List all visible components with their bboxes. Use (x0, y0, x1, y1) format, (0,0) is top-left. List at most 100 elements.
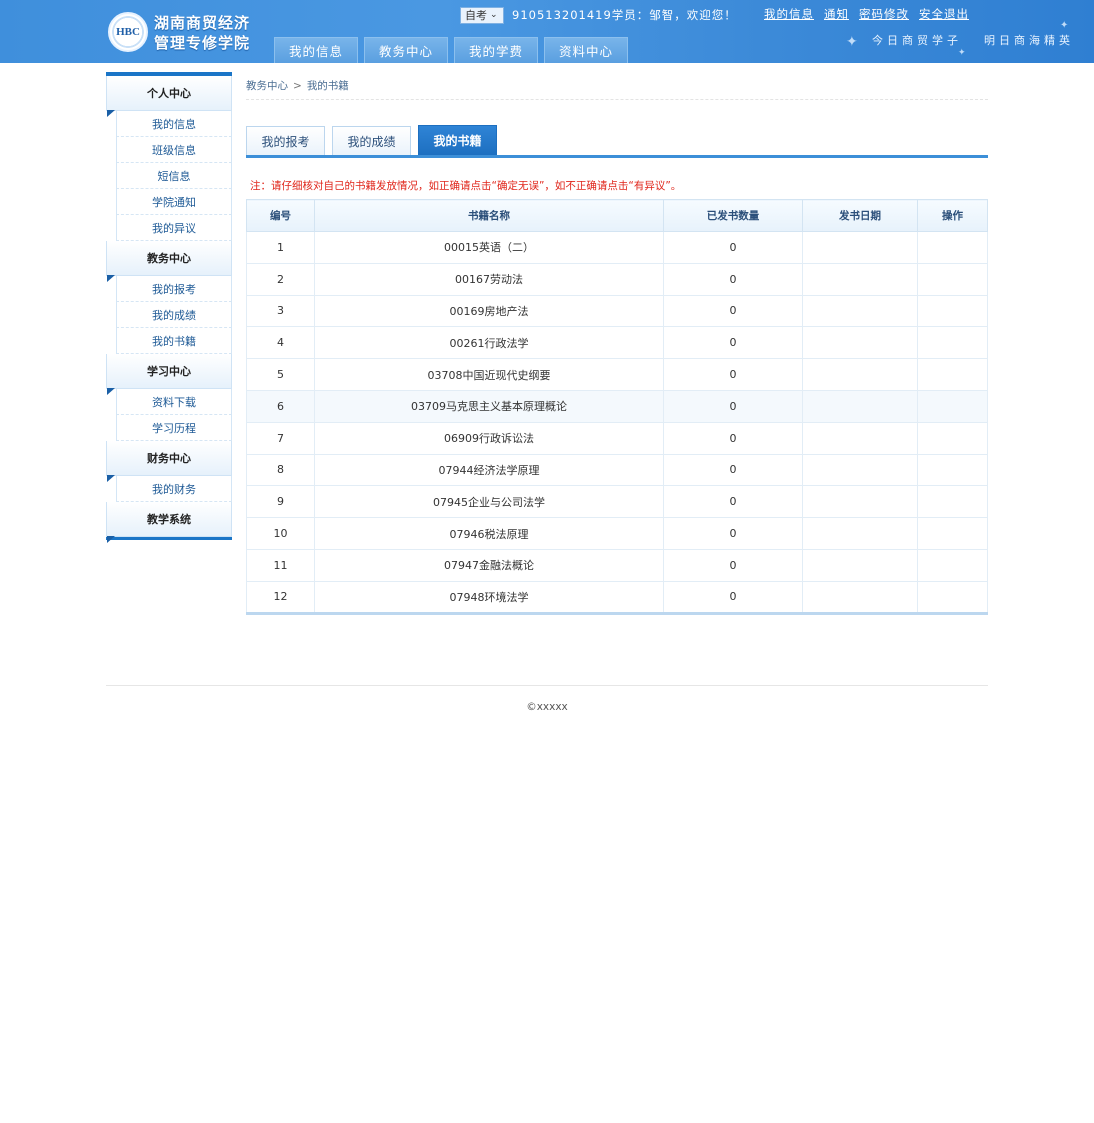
cell-actions[interactable] (917, 454, 988, 487)
sparkle-icon: ✦ (958, 48, 966, 58)
main-nav: 我的信息 教务中心 我的学费 资料中心 (274, 37, 628, 63)
cell-issued-qty: 0 (663, 549, 803, 582)
tab-my-books[interactable]: 我的书籍 (418, 125, 497, 155)
books-table: 编号 书籍名称 已发书数量 发书日期 操作 1 00015英语（二） 0 2 00167… (246, 199, 988, 615)
cell-actions[interactable] (917, 422, 988, 455)
cell-number: 9 (246, 485, 315, 519)
top-links: 我的信息 通知 密码修改 安全退出 (764, 6, 969, 22)
tab-my-scores[interactable]: 我的成绩 (332, 126, 411, 155)
table-row: 8 07944经济法学原理 0 (246, 454, 988, 487)
content-tabs: 我的报考 我的成绩 我的书籍 (246, 125, 988, 158)
table-row: 4 00261行政法学 0 (246, 326, 988, 360)
cell-issue-date (802, 517, 918, 550)
logout-link[interactable]: 安全退出 (919, 6, 969, 22)
sidebar-item-messages[interactable]: 短信息 (116, 163, 232, 189)
cell-issue-date (802, 581, 918, 614)
slogan-left: 今日商贸学子 (872, 34, 962, 47)
my-info-link[interactable]: 我的信息 (764, 6, 814, 22)
sidebar-item-registration[interactable]: 我的报考 (116, 276, 232, 302)
cell-number: 11 (246, 549, 315, 582)
footer-divider (106, 685, 988, 686)
main-content: 教务中心 > 我的书籍 我的报考 我的成绩 我的书籍 注：请仔细核对自己的书籍发… (246, 72, 988, 615)
cell-issue-date (802, 485, 918, 519)
cell-book-name: 07944经济法学原理 (314, 454, 664, 487)
cell-actions[interactable] (917, 231, 988, 264)
nav-academic-center[interactable]: 教务中心 (364, 37, 448, 63)
cell-issued-qty: 0 (663, 390, 803, 423)
tab-my-registration[interactable]: 我的报考 (246, 126, 325, 155)
cell-actions[interactable] (917, 263, 988, 296)
sidebar-item-my-info[interactable]: 我的信息 (116, 111, 232, 137)
cell-book-name: 07946税法原理 (314, 517, 664, 550)
cell-actions[interactable] (917, 549, 988, 582)
cell-number: 6 (246, 390, 315, 423)
site-header: ✦ ✦ ✦ HBC 湖南商贸经济 管理专修学院 自考 ⌄ 910513201419… (0, 0, 1094, 63)
cell-actions[interactable] (917, 326, 988, 360)
cell-actions[interactable] (917, 358, 988, 391)
cell-actions[interactable] (917, 581, 988, 614)
sidebar-group-academic[interactable]: 教务中心 (106, 241, 232, 282)
sidebar-group-teaching[interactable]: 教学系统 (106, 502, 232, 543)
sparkle-icon: ✦ (1060, 20, 1069, 31)
cell-book-name: 07945企业与公司法学 (314, 485, 664, 519)
cell-issued-qty: 0 (663, 454, 803, 487)
cell-book-name: 03709马克思主义基本原理概论 (314, 390, 664, 423)
sidebar-item-study-history[interactable]: 学习历程 (116, 415, 232, 441)
cell-book-name: 03708中国近现代史纲要 (314, 358, 664, 391)
sidebar-group-personal[interactable]: 个人中心 (106, 76, 232, 117)
slogan-right: 明日商海精英 (984, 34, 1074, 47)
cell-number: 5 (246, 358, 315, 391)
sidebar-group-study[interactable]: 学习中心 (106, 354, 232, 395)
notice-link[interactable]: 通知 (824, 6, 849, 22)
breadcrumb-parent[interactable]: 教务中心 (246, 78, 288, 93)
cell-number: 7 (246, 422, 315, 455)
cell-actions[interactable] (917, 485, 988, 519)
change-password-link[interactable]: 密码修改 (859, 6, 909, 22)
sidebar-item-class-info[interactable]: 班级信息 (116, 137, 232, 163)
cell-issued-qty: 0 (663, 295, 803, 328)
sidebar-item-notices[interactable]: 学院通知 (116, 189, 232, 215)
nav-my-info[interactable]: 我的信息 (274, 37, 358, 63)
cell-issue-date (802, 231, 918, 264)
col-issue-date: 发书日期 (802, 199, 918, 232)
cell-issue-date (802, 454, 918, 487)
cell-issued-qty: 0 (663, 581, 803, 614)
cell-number: 3 (246, 295, 315, 328)
sidebar-group-finance[interactable]: 财务中心 (106, 441, 232, 482)
table-row: 2 00167劳动法 0 (246, 263, 988, 296)
cell-number: 8 (246, 454, 315, 487)
cell-issued-qty: 0 (663, 231, 803, 264)
cell-issued-qty: 0 (663, 358, 803, 391)
cell-issue-date (802, 326, 918, 360)
sidebar-item-objections[interactable]: 我的异议 (116, 215, 232, 241)
nav-my-tuition[interactable]: 我的学费 (454, 37, 538, 63)
cell-issue-date (802, 390, 918, 423)
cell-issued-qty: 0 (663, 422, 803, 455)
sidebar: 个人中心 我的信息 班级信息 短信息 学院通知 我的异议 教务中心 我的报考 我… (106, 72, 232, 543)
table-row: 6 03709马克思主义基本原理概论 0 (246, 390, 988, 423)
table-row: 12 07948环境法学 0 (246, 581, 988, 614)
sparkle-icon: ✦ (846, 34, 858, 50)
sidebar-item-downloads[interactable]: 资料下载 (116, 389, 232, 415)
cell-issue-date (802, 263, 918, 296)
cell-number: 12 (246, 581, 315, 614)
cell-number: 4 (246, 326, 315, 360)
cell-book-name: 07947金融法概论 (314, 549, 664, 582)
cell-issue-date (802, 549, 918, 582)
sidebar-item-books[interactable]: 我的书籍 (116, 328, 232, 354)
school-logo[interactable]: HBC 湖南商贸经济 管理专修学院 (108, 10, 253, 54)
cell-issued-qty: 0 (663, 326, 803, 360)
sidebar-item-my-finance[interactable]: 我的财务 (116, 476, 232, 502)
exam-type-select[interactable]: 自考 ⌄ (460, 6, 504, 24)
school-name-line2: 管理专修学院 (154, 34, 251, 52)
cell-actions[interactable] (917, 390, 988, 423)
welcome-text: 910513201419学员：邹智，欢迎您！ (512, 8, 737, 22)
cell-actions[interactable] (917, 295, 988, 328)
nav-resource-center[interactable]: 资料中心 (544, 37, 628, 63)
cell-actions[interactable] (917, 517, 988, 550)
cell-book-name: 00169房地产法 (314, 295, 664, 328)
table-row: 9 07945企业与公司法学 0 (246, 485, 988, 519)
sidebar-item-scores[interactable]: 我的成绩 (116, 302, 232, 328)
col-issued-qty: 已发书数量 (663, 199, 803, 232)
col-actions: 操作 (917, 199, 988, 232)
